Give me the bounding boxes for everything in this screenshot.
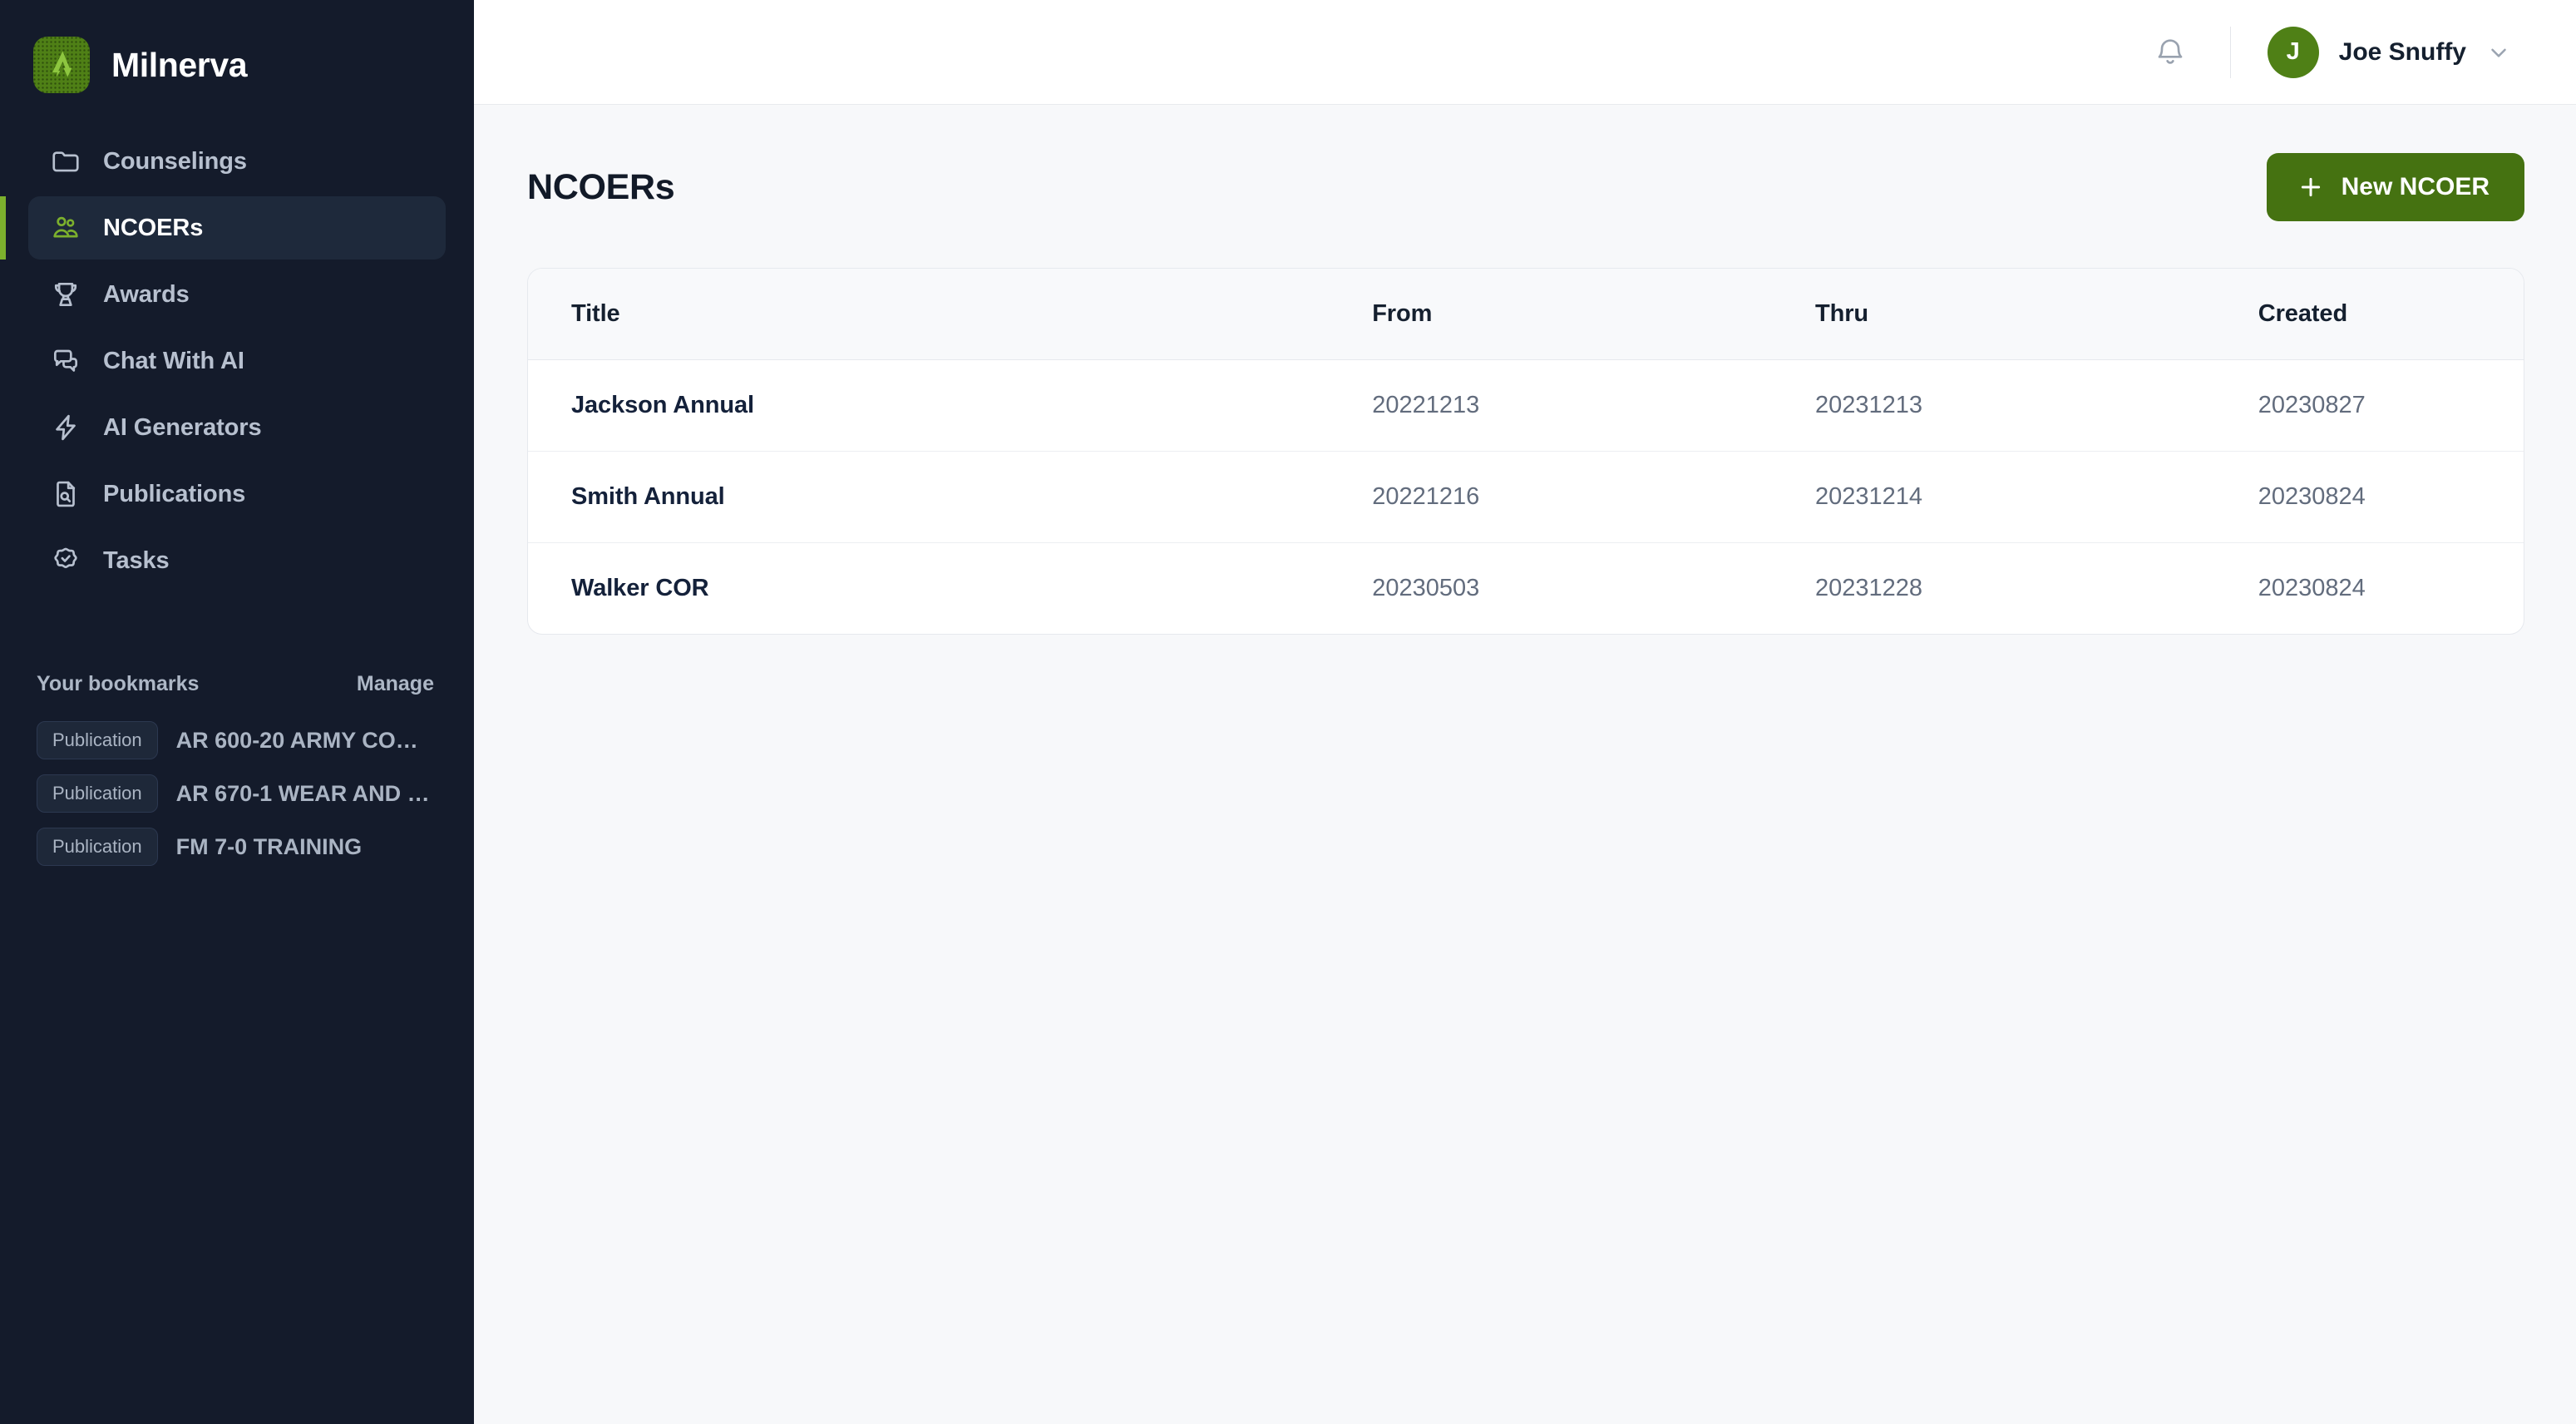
user-name: Joe Snuffy <box>2338 37 2466 66</box>
bookmark-label: AR 670-1 WEAR AND … <box>175 780 430 806</box>
topbar-divider <box>2229 26 2231 78</box>
sidebar-nav: Counselings NCOERs Awards Chat With AI A… <box>0 130 474 592</box>
chat-bubbles-icon <box>50 345 81 377</box>
content-area: NCOERs New NCOER Title From Thru Created… <box>474 105 2576 1424</box>
topbar: J Joe Snuffy <box>474 0 2576 105</box>
sidebar-item-publications[interactable]: Publications <box>28 462 446 526</box>
table-header-row: Title From Thru Created <box>528 269 2524 360</box>
bookmark-label: AR 600-20 ARMY CO… <box>175 727 418 753</box>
column-header-from[interactable]: From <box>1372 269 1815 360</box>
bookmark-item[interactable]: Publication AR 600-20 ARMY CO… <box>37 721 441 759</box>
plus-icon <box>2297 173 2325 201</box>
sidebar-item-tasks[interactable]: Tasks <box>28 529 446 592</box>
notifications-button[interactable] <box>2144 26 2197 79</box>
manage-bookmarks-link[interactable]: Manage <box>357 672 434 696</box>
sidebar-item-counselings[interactable]: Counselings <box>28 130 446 193</box>
main-area: J Joe Snuffy NCOERs New NCOER Title From… <box>474 0 2576 1424</box>
bookmark-item[interactable]: Publication FM 7-0 TRAINING <box>37 828 441 866</box>
cell-thru: 20231213 <box>1814 359 2258 452</box>
table-row[interactable]: Jackson Annual 20221213 20231213 2023082… <box>528 359 2524 452</box>
sidebar-item-label: Awards <box>103 280 190 308</box>
users-icon <box>50 212 81 244</box>
cell-title: Walker COR <box>571 575 709 601</box>
bell-icon <box>2154 36 2187 69</box>
table-row[interactable]: Walker COR 20230503 20231228 20230824 <box>528 543 2524 635</box>
column-header-thru[interactable]: Thru <box>1814 269 2258 360</box>
table-header: Title From Thru Created <box>528 269 2524 360</box>
sidebar-item-label: Chat With AI <box>103 347 244 374</box>
app-root: Milnerva Counselings NCOERs Awards Chat … <box>0 0 2576 1424</box>
sidebar-item-ai-generators[interactable]: AI Generators <box>28 396 446 459</box>
bookmark-type-badge: Publication <box>37 721 158 759</box>
sidebar-item-label: NCOERs <box>103 214 204 241</box>
table-row[interactable]: Smith Annual 20221216 20231214 20230824 <box>528 451 2524 543</box>
cell-title: Smith Annual <box>528 451 1373 543</box>
cell-title: Jackson Annual <box>528 359 1373 452</box>
user-menu[interactable]: J Joe Snuffy <box>2267 26 2511 78</box>
new-ncoer-button[interactable]: New NCOER <box>2266 153 2524 221</box>
new-ncoer-label: New NCOER <box>2341 173 2490 200</box>
sidebar-item-label: Counselings <box>103 147 247 175</box>
cell-created: 20230827 <box>2258 359 2524 452</box>
cell-thru: 20231228 <box>1814 575 1923 601</box>
bookmark-item[interactable]: Publication AR 670-1 WEAR AND … <box>37 774 441 813</box>
milnerva-logo-mark-icon <box>33 37 90 93</box>
brand-name: Milnerva <box>111 45 248 84</box>
column-header-title[interactable]: Title <box>528 269 1373 360</box>
ncoers-table-card: Title From Thru Created Jackson Annual 2… <box>527 268 2524 635</box>
page-title: NCOERs <box>527 166 675 207</box>
sidebar-item-label: Publications <box>103 480 246 507</box>
page-header: NCOERs New NCOER <box>527 153 2524 221</box>
sidebar-item-ncoers[interactable]: NCOERs <box>0 196 446 260</box>
avatar: J <box>2267 26 2319 78</box>
cell-from: 20230503 <box>1372 575 1480 601</box>
sidebar-item-awards[interactable]: Awards <box>28 263 446 326</box>
sidebar-item-label: Tasks <box>103 546 170 574</box>
cell-created: 20230824 <box>2258 451 2524 543</box>
trophy-icon <box>50 279 81 310</box>
folder-icon <box>50 146 81 177</box>
badge-check-icon <box>50 545 81 576</box>
bookmark-label: FM 7-0 TRAINING <box>175 833 363 859</box>
sidebar-item-chat-with-ai[interactable]: Chat With AI <box>28 329 446 393</box>
ncoers-table: Title From Thru Created Jackson Annual 2… <box>528 269 2524 634</box>
bookmarks-title: Your bookmarks <box>37 672 200 695</box>
cell-from: 20221213 <box>1372 359 1815 452</box>
brand[interactable]: Milnerva <box>0 0 474 105</box>
cell-created: 20230824 <box>2258 575 2366 601</box>
bookmarks-list: Publication AR 600-20 ARMY CO… Publicati… <box>0 721 474 866</box>
bookmark-type-badge: Publication <box>37 828 158 866</box>
cell-from: 20221216 <box>1372 451 1815 543</box>
bookmark-type-badge: Publication <box>37 774 158 813</box>
chevron-down-icon <box>2486 40 2511 65</box>
sidebar: Milnerva Counselings NCOERs Awards Chat … <box>0 0 474 1424</box>
file-search-icon <box>50 478 81 510</box>
column-header-created[interactable]: Created <box>2258 269 2524 360</box>
sidebar-item-label: AI Generators <box>103 413 262 441</box>
cell-thru: 20231214 <box>1814 451 2258 543</box>
lightning-icon <box>50 412 81 443</box>
bookmarks-header: Your bookmarks Manage <box>0 672 474 696</box>
table-body: Jackson Annual 20221213 20231213 2023082… <box>528 359 2524 635</box>
